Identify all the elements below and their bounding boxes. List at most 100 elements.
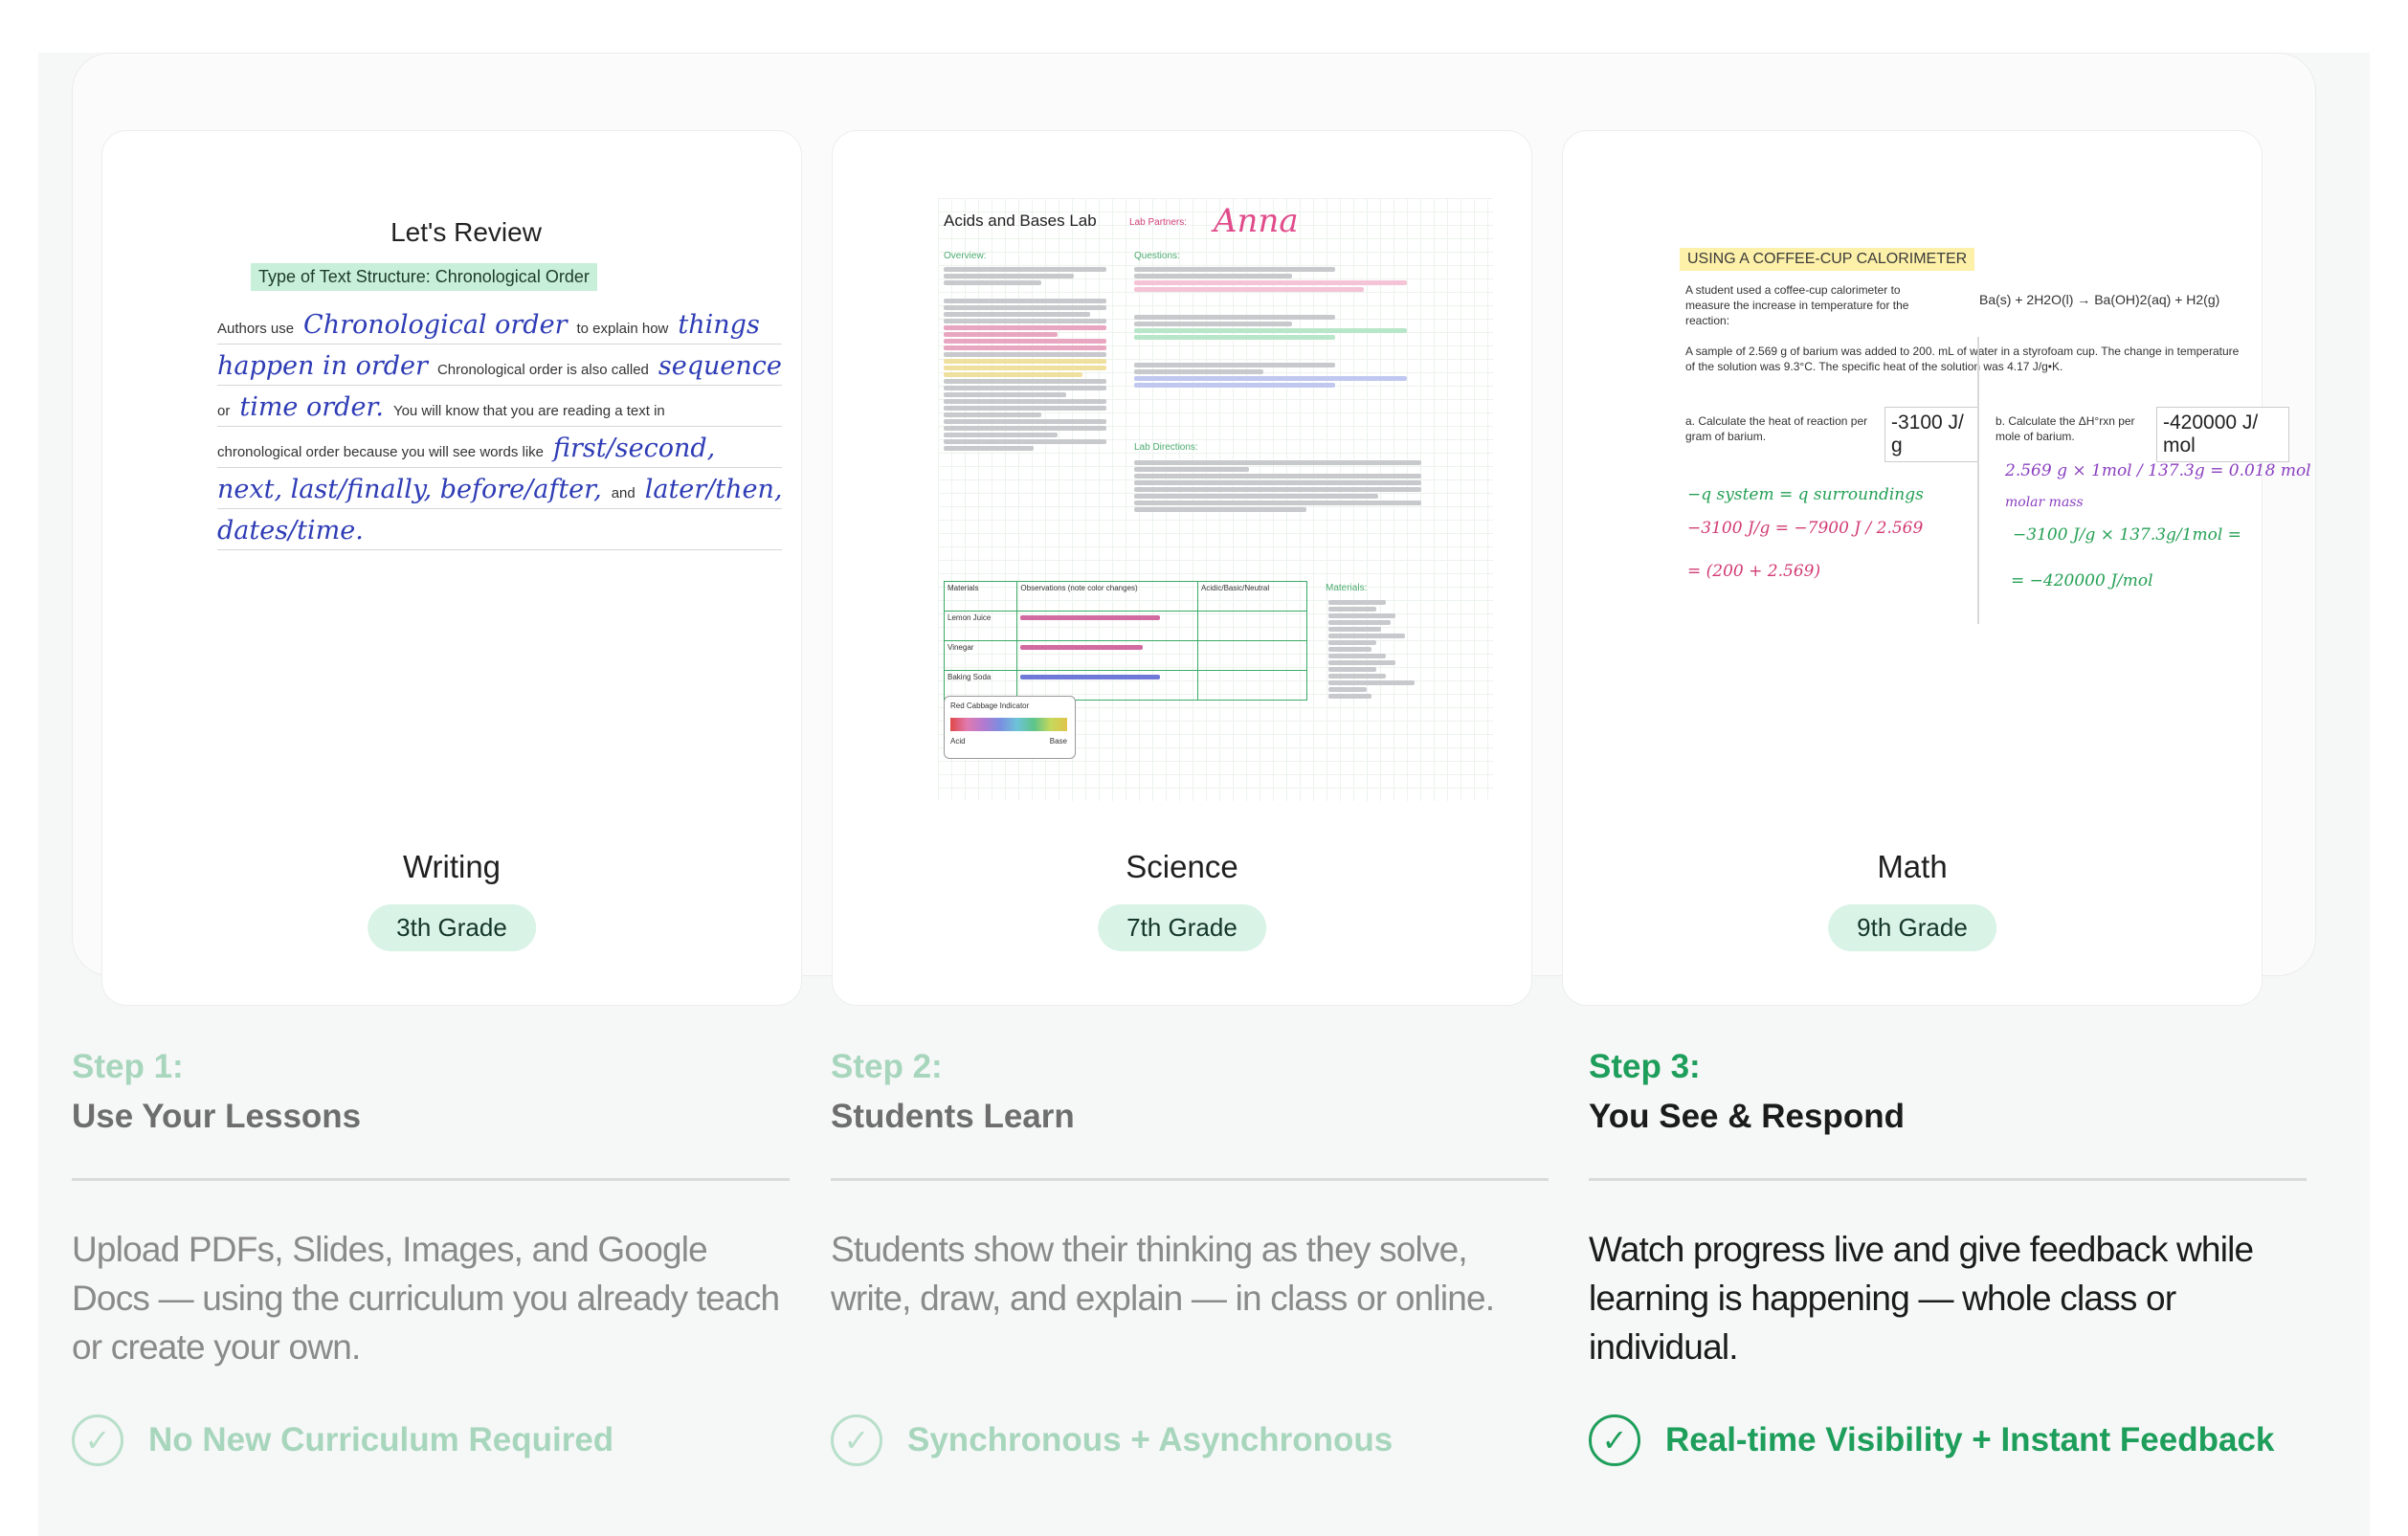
worksheet-line: happen in order Chronological order is al… [217, 345, 782, 386]
handwritten-text: things [678, 310, 760, 340]
lab-partners-label: Lab Partners: [1129, 217, 1188, 228]
step-number: Step 2: [831, 1048, 943, 1085]
step-title: Students Learn [831, 1098, 1075, 1135]
questions-text [1134, 265, 1421, 390]
card-subject: Science [1126, 849, 1238, 884]
part-b-question: b. Calculate the ΔH°rxn per mole of bari… [1996, 414, 2135, 443]
questions-label: Questions: [1134, 251, 1180, 261]
feature-no-new-curriculum: ✓ No New Curriculum Required [72, 1414, 613, 1466]
check-circle-icon: ✓ [72, 1414, 123, 1466]
examples-panel: Let's Review Type of Text Structure: Chr… [72, 53, 2316, 1006]
printed-text: and [611, 485, 635, 501]
grade-badge: 3th Grade [368, 904, 536, 951]
lab-title: Acids and Bases Lab [944, 211, 1097, 230]
partner-name: Anna [1214, 202, 1299, 240]
part-a-question: a. Calculate the heat of reaction per gr… [1685, 414, 1868, 443]
example-card-writing[interactable]: Let's Review Type of Text Structure: Chr… [101, 130, 802, 1006]
handwritten-text: happen in order [217, 351, 428, 381]
step-divider [1589, 1178, 2307, 1181]
step-title: Use Your Lessons [72, 1098, 362, 1135]
materials-list [1328, 598, 1424, 701]
overview-label: Overview: [944, 251, 987, 261]
step-description: Watch progress live and give feedback wh… [1589, 1230, 2254, 1367]
worksheet-line: or time order. You will know that you are … [217, 386, 782, 427]
feature-label: Synchronous + Asynchronous [907, 1421, 1394, 1458]
handwritten-work: −q system = q surroundings [1687, 485, 1924, 504]
grade-badge: 7th Grade [1098, 904, 1266, 951]
table-cell [1016, 640, 1198, 671]
handwritten-text: first/second, [553, 434, 716, 463]
worksheet-line: chronological order because you will see… [217, 427, 782, 468]
printed-text: Authors use [217, 321, 295, 337]
overview-text [944, 265, 1106, 453]
handwritten-work: −3100 J/g × 137.3g/1mol = [2013, 525, 2241, 545]
check-circle-icon: ✓ [831, 1414, 882, 1466]
example-card-science[interactable]: Acids and Bases Lab Lab Partners: Anna O… [832, 130, 1532, 1006]
worksheet-line: dates/time. [217, 509, 782, 550]
writing-worksheet-preview: Let's Review Type of Text Structure: Chr… [169, 179, 782, 791]
directions-label: Lab Directions: [1134, 442, 1198, 453]
table-cell: Lemon Juice [943, 611, 1018, 641]
printed-text: or [217, 403, 231, 419]
check-circle-icon: ✓ [1589, 1414, 1640, 1466]
handwritten-text: time order. [239, 392, 384, 422]
handwritten-text: dates/time. [217, 516, 364, 545]
part-b-answer: -420000 J/ mol [2156, 407, 2289, 462]
cabbage-indicator-scale: Red Cabbage Indicator Acid Base [944, 696, 1076, 759]
grade-badge: 9th Grade [1828, 904, 1996, 951]
chemical-equation: Ba(s) + 2H2O(l) → Ba(OH)2(aq) + H2(g) [1979, 292, 2220, 307]
indicator-label: Red Cabbage Indicator [950, 701, 1030, 710]
printed-text: to explain how [576, 321, 669, 337]
step-3: Step 3: You See & Respond Watch progress… [1589, 1048, 2307, 1371]
table-header: Observations (note color changes) [1016, 581, 1198, 612]
step-description: Upload PDFs, Slides, Images, and Google … [72, 1230, 780, 1367]
indicator-acid: Acid [950, 737, 966, 746]
handwritten-text: later/then, [644, 475, 783, 504]
handwritten-work: −3100 J/g = −7900 J / 2.569 [1687, 519, 1924, 538]
step-divider [831, 1178, 1549, 1181]
table-cell: Vinegar [943, 640, 1018, 671]
feature-label: Real-time Visibility + Instant Feedback [1665, 1421, 2275, 1458]
observations-table: Materials Observations (note color chang… [943, 581, 1307, 701]
step-1: Step 1: Use Your Lessons Upload PDFs, Sl… [72, 1048, 790, 1371]
worksheet-heading: Let's Review [390, 217, 542, 247]
indicator-base: Base [1049, 737, 1067, 746]
table-header: Materials [943, 581, 1018, 612]
problem-intro: A student used a coffee-cup calorimeter … [1685, 283, 1909, 327]
handwritten-work: molar mass [2005, 495, 2084, 510]
column-divider [1977, 337, 1979, 624]
materials-label: Materials: [1326, 583, 1368, 593]
worksheet-line: Authors use Chronological order to explain… [217, 303, 782, 345]
step-number: Step 3: [1589, 1048, 1701, 1085]
directions-text [1134, 458, 1421, 514]
printed-text: You will know that you are reading a tex… [392, 403, 665, 419]
problem-statement: A sample of 2.569 g of barium was added … [1685, 345, 2240, 373]
table-cell [1016, 611, 1198, 641]
step-divider [72, 1178, 790, 1181]
science-worksheet-preview: Acids and Bases Lab Lab Partners: Anna O… [900, 179, 1493, 801]
handwritten-work: = (200 + 2.569) [1687, 562, 1821, 581]
indicator-color-bar [950, 718, 1067, 731]
table-cell [1197, 640, 1307, 671]
example-card-math[interactable]: USING A COFFEE-CUP CALORIMETER A student… [1562, 130, 2311, 1006]
handwritten-text: next, last/finally, before/after, [217, 475, 602, 504]
table-cell [1197, 611, 1307, 641]
card-subject: Math [1877, 849, 1948, 884]
handwritten-text: sequence [658, 351, 782, 381]
worksheet-subheading: Type of Text Structure: Chronological Or… [251, 263, 597, 291]
worksheet-line: next, last/finally, before/after, and late… [217, 468, 782, 509]
table-header: Acidic/Basic/Neutral [1197, 581, 1307, 612]
handwritten-text: Chronological order [303, 310, 568, 340]
feature-sync-async: ✓ Synchronous + Asynchronous [831, 1414, 1393, 1466]
step-description: Students show their thinking as they sol… [831, 1230, 1495, 1318]
step-title: You See & Respond [1589, 1098, 1905, 1135]
step-number: Step 1: [72, 1048, 184, 1085]
part-a-answer: -3100 J/ g [1884, 407, 1979, 462]
printed-text: Chronological order is also called [436, 362, 649, 378]
step-2: Step 2: Students Learn Students show the… [831, 1048, 1549, 1323]
worksheet-lines: Authors use Chronological order to explain… [217, 303, 782, 550]
printed-text: chronological order because you will see… [217, 444, 545, 460]
handwritten-work: 2.569 g × 1mol / 137.3g = 0.018 mol [2005, 461, 2311, 480]
worksheet-heading: USING A COFFEE-CUP CALORIMETER [1680, 248, 1975, 271]
feature-realtime-feedback: ✓ Real-time Visibility + Instant Feedbac… [1589, 1414, 2274, 1466]
